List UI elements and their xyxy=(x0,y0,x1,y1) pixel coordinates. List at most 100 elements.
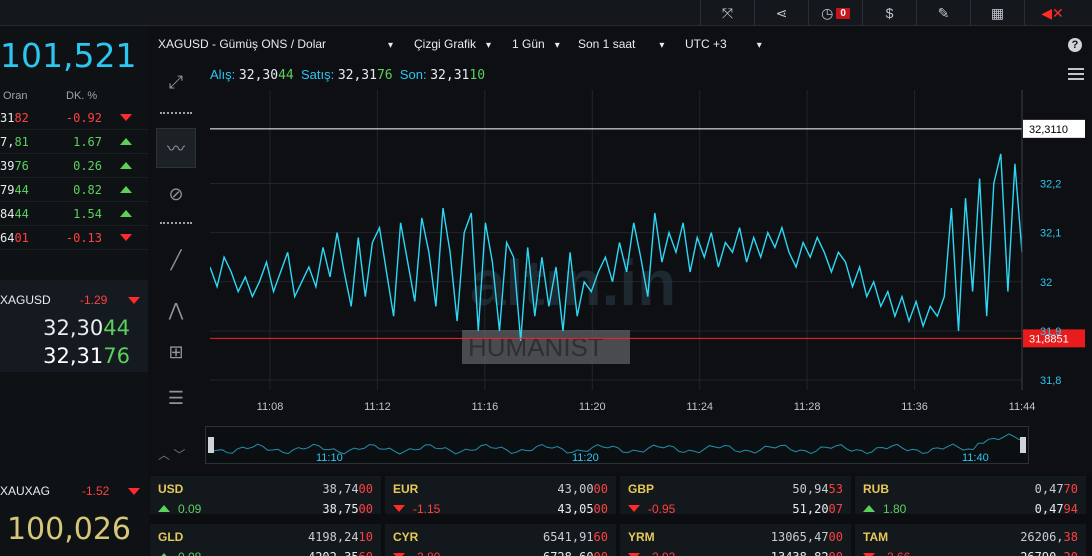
rate-row[interactable]: 3182 -0.92 xyxy=(0,106,148,130)
bottom-left-instrument[interactable]: XAUXAG -1.52 100,026 xyxy=(0,474,148,556)
currency-ask-digits: 00 xyxy=(829,550,843,556)
card-ask-main: 32,31 xyxy=(43,344,104,368)
ask-digits: 76 xyxy=(376,68,393,83)
currency-cell[interactable]: EUR 43,0000 -1.15 43,0500 xyxy=(385,476,616,516)
currency-cell[interactable]: RUB 0,4770 1.80 0,4794 xyxy=(855,476,1086,516)
rate-row[interactable]: 8444 1.54 xyxy=(0,202,148,226)
clock-icon: ◷ xyxy=(821,4,834,21)
currency-ask: 26790,20 xyxy=(1020,550,1078,556)
ask-main: 32,31 xyxy=(337,68,377,83)
currency-ask-main: 4202,35 xyxy=(308,550,359,556)
tool-divider xyxy=(160,112,192,114)
currency-ask: 0,4794 xyxy=(1035,502,1078,516)
chart-type-dropdown[interactable]: Çizgi Grafik ▾ xyxy=(414,37,491,51)
currency-bid: 26206,38 xyxy=(1020,530,1078,544)
zoom-fit-icon[interactable]: ⤢ xyxy=(156,62,196,102)
y-tick-label: 31,8 xyxy=(1040,375,1061,387)
currency-ask-main: 26790, xyxy=(1020,550,1063,556)
selected-instrument-card[interactable]: XAGUSD -1.29 32,3044 32,3176 xyxy=(0,280,148,372)
symbol-dropdown[interactable]: XAGUSD - Gümüş ONS / Dolar ▾ xyxy=(158,37,393,51)
currency-bid: 43,0000 xyxy=(557,482,608,496)
currency-name: RUB xyxy=(863,482,889,496)
menu-icon[interactable] xyxy=(1068,68,1084,83)
currency-cell[interactable]: USD 38,7400 0.09 38,7500 xyxy=(150,476,381,516)
x-tick-label: 11:16 xyxy=(471,401,498,413)
down-arrow-icon xyxy=(128,488,140,495)
rate-change: -0.92 xyxy=(65,111,102,125)
drawing-tools: ⤢ 〰 ⊘ ╱ ⋀ ⊞ ☰ xyxy=(148,62,204,462)
fullscreen-button[interactable]: ⤧ xyxy=(700,0,754,26)
currency-cell[interactable]: TAM 26206,38 -2.66 26790,20 xyxy=(855,524,1086,556)
bottom-change: -1.52 xyxy=(82,484,110,498)
rate-change: 1.54 xyxy=(73,207,102,221)
timezone-dropdown[interactable]: UTC +3 ▾ xyxy=(685,37,762,51)
currency-change: -0.95 xyxy=(648,502,676,516)
y-tick-label: 31,9 xyxy=(1040,326,1061,338)
range-navigator[interactable]: 11:10 11:20 11:40 xyxy=(205,426,1029,464)
currency-cell[interactable]: GBP 50,9453 -0.95 51,2007 xyxy=(620,476,851,516)
chevron-down-icon: ▾ xyxy=(756,40,762,51)
currency-cell[interactable]: CYR 6541,9160 -2.80 6728,6000 xyxy=(385,524,616,556)
pattern-tool-icon[interactable]: ⋀ xyxy=(156,290,196,330)
navigator-label: 11:40 xyxy=(962,452,989,464)
range-dropdown[interactable]: Son 1 saat ▾ xyxy=(578,37,664,51)
line-tool-icon[interactable]: ╱ xyxy=(156,240,196,280)
card-bid: 32,3044 xyxy=(43,316,130,340)
currency-ask-digits: 60 xyxy=(359,550,373,556)
fibonacci-icon[interactable]: ☰ xyxy=(156,378,196,418)
currency-bid: 4198,2410 xyxy=(308,530,373,544)
currency-ask-digits: 07 xyxy=(828,502,843,516)
currency-bid-main: 6541,91 xyxy=(542,530,594,544)
share-button[interactable]: ⋖ xyxy=(754,0,808,26)
x-tick-label: 11:28 xyxy=(794,401,821,413)
price-chart[interactable]: altın.inHUMANIST32,311031,885132,232,132… xyxy=(210,90,1092,420)
rate-row[interactable]: 6401 -0.13 xyxy=(0,226,148,250)
currency-ask-main: 13438,82 xyxy=(771,550,829,556)
rate-main: 7, xyxy=(0,135,15,149)
top-toolbar: ⤧ ⋖ ◷ 0 $ ✎ ▦ ◀✕ xyxy=(0,0,1092,26)
rate-main: 84 xyxy=(0,207,15,221)
up-arrow-icon xyxy=(120,210,132,217)
dollar-icon: $ xyxy=(885,5,894,21)
alarm-button[interactable]: ◷ 0 xyxy=(808,0,862,26)
hide-drawings-icon[interactable]: ⊘ xyxy=(156,174,196,214)
card-ask: 32,3176 xyxy=(43,344,130,368)
currency-bid-digits: 60 xyxy=(593,530,608,544)
navigator-arrows[interactable]: ︿ ﹀ xyxy=(158,446,185,463)
currency-bid: 50,9453 xyxy=(792,482,843,496)
rate-main: 64 xyxy=(0,231,15,245)
rate-row[interactable]: 7,81 1.67 xyxy=(0,130,148,154)
crosshair-icon[interactable]: ⊞ xyxy=(156,332,196,372)
x-tick-label: 11:36 xyxy=(901,401,928,413)
bid-digits: 44 xyxy=(278,68,294,83)
mute-button[interactable]: ◀✕ xyxy=(1024,0,1080,26)
currency-bid-main: 4198,24 xyxy=(307,530,359,544)
currency-bid-main: 38,74 xyxy=(322,482,359,496)
trend-lines-icon[interactable]: 〰 xyxy=(156,128,196,168)
currency-button[interactable]: $ xyxy=(862,0,916,26)
currency-bid: 38,7400 xyxy=(322,482,373,496)
currency-cell[interactable]: GLD 4198,2410 0.08 4202,3560 xyxy=(150,524,381,556)
ask-label: Satış: xyxy=(300,67,335,82)
change-header: DK. % xyxy=(66,90,98,102)
rate-row[interactable]: 7944 0.82 xyxy=(0,178,148,202)
currency-grid: USD 38,7400 0.09 38,7500 EUR 43,0000 -1.15 43,0… xyxy=(150,474,1092,556)
currency-change: 0.09 xyxy=(178,502,202,516)
period-dropdown[interactable]: 1 Gün ▾ xyxy=(512,37,560,51)
help-icon[interactable]: ? xyxy=(1068,38,1082,52)
down-arrow-icon xyxy=(628,505,640,512)
calculator-button[interactable]: ▦ xyxy=(970,0,1024,26)
edit-button[interactable]: ✎ xyxy=(916,0,970,26)
currency-bid-main: 26206, xyxy=(1020,530,1064,544)
rate-main: 79 xyxy=(0,183,15,197)
rate-row[interactable]: 3976 0.26 xyxy=(0,154,148,178)
y-tick-label: 32 xyxy=(1040,277,1052,289)
currency-name: TAM xyxy=(863,530,889,544)
currency-ask-digits: 00 xyxy=(594,550,608,556)
edit-icon: ✎ xyxy=(937,4,950,21)
y-tick-label: 32,1 xyxy=(1040,228,1061,240)
calculator-icon: ▦ xyxy=(990,4,1005,21)
currency-ask-main: 51,20 xyxy=(792,502,829,516)
currency-cell[interactable]: YRM13065,4700-2.9313438,8200 xyxy=(620,524,851,556)
card-symbol: XAGUSD xyxy=(0,293,51,307)
